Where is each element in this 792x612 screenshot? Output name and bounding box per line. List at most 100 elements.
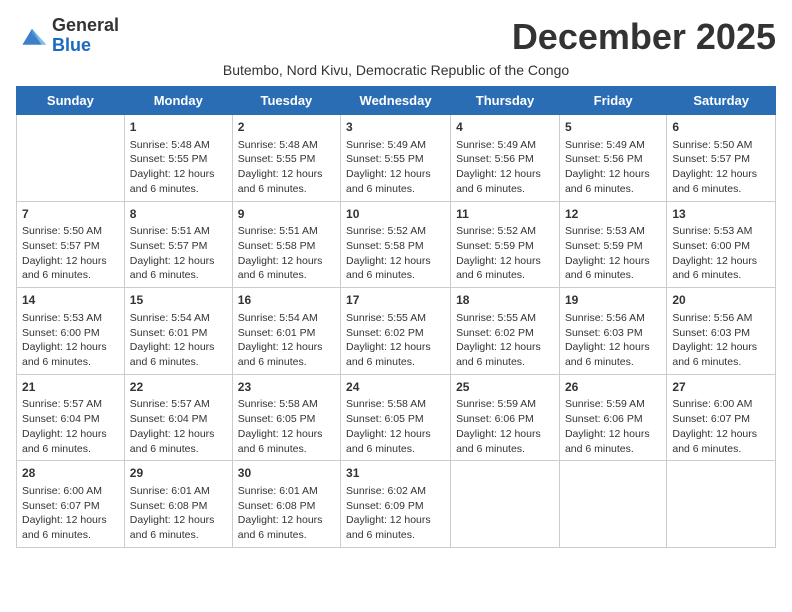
calendar-cell: 30Sunrise: 6:01 AMSunset: 6:08 PMDayligh… xyxy=(232,461,340,548)
sunrise-text: Sunrise: 5:49 AM xyxy=(456,138,554,153)
calendar-cell: 2Sunrise: 5:48 AMSunset: 5:55 PMDaylight… xyxy=(232,115,340,202)
sunrise-text: Sunrise: 5:50 AM xyxy=(672,138,770,153)
daylight-text: Daylight: 12 hours and 6 minutes. xyxy=(238,254,335,283)
sunset-text: Sunset: 6:08 PM xyxy=(238,499,335,514)
sunset-text: Sunset: 6:04 PM xyxy=(22,412,119,427)
sunrise-text: Sunrise: 5:52 AM xyxy=(346,224,445,239)
day-of-week-header: Sunday xyxy=(17,87,125,115)
calendar-cell: 22Sunrise: 5:57 AMSunset: 6:04 PMDayligh… xyxy=(124,374,232,461)
daylight-text: Daylight: 12 hours and 6 minutes. xyxy=(672,427,770,456)
daylight-text: Daylight: 12 hours and 6 minutes. xyxy=(672,167,770,196)
sunset-text: Sunset: 6:07 PM xyxy=(22,499,119,514)
day-number: 16 xyxy=(238,292,335,309)
sunset-text: Sunset: 5:55 PM xyxy=(238,152,335,167)
sunset-text: Sunset: 5:59 PM xyxy=(565,239,661,254)
sunrise-text: Sunrise: 5:54 AM xyxy=(130,311,227,326)
day-number: 31 xyxy=(346,465,445,482)
calendar-cell: 4Sunrise: 5:49 AMSunset: 5:56 PMDaylight… xyxy=(451,115,560,202)
calendar-cell: 11Sunrise: 5:52 AMSunset: 5:59 PMDayligh… xyxy=(451,201,560,288)
day-number: 5 xyxy=(565,119,661,136)
daylight-text: Daylight: 12 hours and 6 minutes. xyxy=(565,167,661,196)
calendar-cell: 3Sunrise: 5:49 AMSunset: 5:55 PMDaylight… xyxy=(341,115,451,202)
day-of-week-header: Friday xyxy=(559,87,666,115)
sunrise-text: Sunrise: 5:51 AM xyxy=(130,224,227,239)
day-number: 25 xyxy=(456,379,554,396)
daylight-text: Daylight: 12 hours and 6 minutes. xyxy=(130,254,227,283)
sunrise-text: Sunrise: 6:01 AM xyxy=(130,484,227,499)
sunset-text: Sunset: 6:08 PM xyxy=(130,499,227,514)
sunset-text: Sunset: 6:04 PM xyxy=(130,412,227,427)
calendar-cell: 1Sunrise: 5:48 AMSunset: 5:55 PMDaylight… xyxy=(124,115,232,202)
sunrise-text: Sunrise: 6:00 AM xyxy=(672,397,770,412)
sunrise-text: Sunrise: 5:53 AM xyxy=(22,311,119,326)
daylight-text: Daylight: 12 hours and 6 minutes. xyxy=(22,427,119,456)
calendar-cell: 9Sunrise: 5:51 AMSunset: 5:58 PMDaylight… xyxy=(232,201,340,288)
sunset-text: Sunset: 6:00 PM xyxy=(22,326,119,341)
calendar-cell: 12Sunrise: 5:53 AMSunset: 5:59 PMDayligh… xyxy=(559,201,666,288)
day-number: 20 xyxy=(672,292,770,309)
logo-blue: Blue xyxy=(52,35,91,55)
calendar-cell xyxy=(559,461,666,548)
sunrise-text: Sunrise: 5:49 AM xyxy=(346,138,445,153)
sunset-text: Sunset: 5:58 PM xyxy=(346,239,445,254)
daylight-text: Daylight: 12 hours and 6 minutes. xyxy=(346,427,445,456)
day-of-week-header: Tuesday xyxy=(232,87,340,115)
day-number: 4 xyxy=(456,119,554,136)
day-number: 8 xyxy=(130,206,227,223)
day-of-week-header: Wednesday xyxy=(341,87,451,115)
day-number: 27 xyxy=(672,379,770,396)
calendar-cell: 26Sunrise: 5:59 AMSunset: 6:06 PMDayligh… xyxy=(559,374,666,461)
daylight-text: Daylight: 12 hours and 6 minutes. xyxy=(22,340,119,369)
calendar-cell: 13Sunrise: 5:53 AMSunset: 6:00 PMDayligh… xyxy=(667,201,776,288)
day-number: 14 xyxy=(22,292,119,309)
sunrise-text: Sunrise: 5:57 AM xyxy=(22,397,119,412)
calendar-cell: 28Sunrise: 6:00 AMSunset: 6:07 PMDayligh… xyxy=(17,461,125,548)
sunrise-text: Sunrise: 5:53 AM xyxy=(672,224,770,239)
day-number: 13 xyxy=(672,206,770,223)
sunset-text: Sunset: 6:00 PM xyxy=(672,239,770,254)
sunset-text: Sunset: 5:58 PM xyxy=(238,239,335,254)
sunset-text: Sunset: 5:55 PM xyxy=(130,152,227,167)
daylight-text: Daylight: 12 hours and 6 minutes. xyxy=(130,340,227,369)
sunset-text: Sunset: 6:01 PM xyxy=(130,326,227,341)
sunrise-text: Sunrise: 5:57 AM xyxy=(130,397,227,412)
sunrise-text: Sunrise: 5:55 AM xyxy=(456,311,554,326)
sunrise-text: Sunrise: 6:00 AM xyxy=(22,484,119,499)
daylight-text: Daylight: 12 hours and 6 minutes. xyxy=(346,513,445,542)
sunset-text: Sunset: 5:56 PM xyxy=(565,152,661,167)
calendar-cell: 31Sunrise: 6:02 AMSunset: 6:09 PMDayligh… xyxy=(341,461,451,548)
calendar-cell: 7Sunrise: 5:50 AMSunset: 5:57 PMDaylight… xyxy=(17,201,125,288)
sunrise-text: Sunrise: 5:59 AM xyxy=(565,397,661,412)
sunset-text: Sunset: 6:06 PM xyxy=(456,412,554,427)
calendar-cell: 23Sunrise: 5:58 AMSunset: 6:05 PMDayligh… xyxy=(232,374,340,461)
day-number: 24 xyxy=(346,379,445,396)
calendar-cell: 16Sunrise: 5:54 AMSunset: 6:01 PMDayligh… xyxy=(232,288,340,375)
calendar-table: SundayMondayTuesdayWednesdayThursdayFrid… xyxy=(16,86,776,548)
sunrise-text: Sunrise: 5:58 AM xyxy=(238,397,335,412)
day-of-week-header: Saturday xyxy=(667,87,776,115)
day-of-week-header: Monday xyxy=(124,87,232,115)
calendar-cell xyxy=(667,461,776,548)
calendar-cell: 20Sunrise: 5:56 AMSunset: 6:03 PMDayligh… xyxy=(667,288,776,375)
day-of-week-header: Thursday xyxy=(451,87,560,115)
daylight-text: Daylight: 12 hours and 6 minutes. xyxy=(346,254,445,283)
calendar-cell: 18Sunrise: 5:55 AMSunset: 6:02 PMDayligh… xyxy=(451,288,560,375)
sunrise-text: Sunrise: 5:50 AM xyxy=(22,224,119,239)
daylight-text: Daylight: 12 hours and 6 minutes. xyxy=(238,513,335,542)
sunset-text: Sunset: 6:02 PM xyxy=(346,326,445,341)
sunrise-text: Sunrise: 6:01 AM xyxy=(238,484,335,499)
calendar-week-row: 1Sunrise: 5:48 AMSunset: 5:55 PMDaylight… xyxy=(17,115,776,202)
days-of-week-row: SundayMondayTuesdayWednesdayThursdayFrid… xyxy=(17,87,776,115)
daylight-text: Daylight: 12 hours and 6 minutes. xyxy=(130,513,227,542)
calendar-cell: 6Sunrise: 5:50 AMSunset: 5:57 PMDaylight… xyxy=(667,115,776,202)
calendar-cell: 19Sunrise: 5:56 AMSunset: 6:03 PMDayligh… xyxy=(559,288,666,375)
sunset-text: Sunset: 5:56 PM xyxy=(456,152,554,167)
logo-icon xyxy=(16,22,48,50)
day-number: 1 xyxy=(130,119,227,136)
month-title: December 2025 xyxy=(512,16,776,58)
day-number: 11 xyxy=(456,206,554,223)
sunset-text: Sunset: 6:05 PM xyxy=(346,412,445,427)
day-number: 10 xyxy=(346,206,445,223)
sunset-text: Sunset: 5:59 PM xyxy=(456,239,554,254)
daylight-text: Daylight: 12 hours and 6 minutes. xyxy=(130,167,227,196)
